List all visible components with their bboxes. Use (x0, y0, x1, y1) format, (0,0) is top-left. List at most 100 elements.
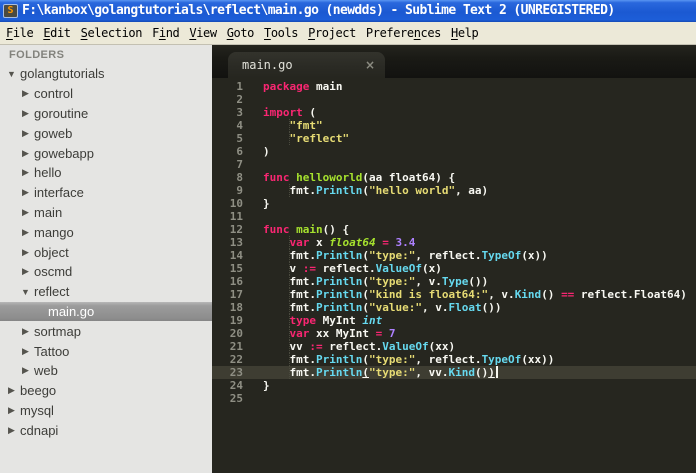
code-text: v := reflect.ValueOf(x) (263, 262, 442, 275)
menu-selection[interactable]: Selection (76, 22, 147, 44)
tree-folder-goroutine[interactable]: ▶ goroutine (0, 104, 212, 124)
triangle-right-icon[interactable]: ▶ (6, 405, 17, 416)
triangle-right-icon[interactable]: ▶ (20, 167, 31, 178)
code-line-4[interactable]: 4 "fmt" (212, 119, 696, 132)
line-number: 20 (229, 327, 243, 340)
triangle-right-icon[interactable]: ▶ (20, 326, 31, 337)
triangle-right-icon[interactable]: ▶ (20, 88, 31, 99)
tree-folder-mango[interactable]: ▶ mango (0, 222, 212, 242)
code-line-20[interactable]: 20 var xx MyInt = 7 (212, 327, 696, 340)
triangle-right-icon[interactable]: ▶ (20, 227, 31, 238)
code-line-2[interactable]: 2 (212, 93, 696, 106)
tree-folder-interface[interactable]: ▶ interface (0, 183, 212, 203)
triangle-right-icon[interactable]: ▶ (6, 385, 17, 396)
tab-bar: main.go × (212, 45, 696, 78)
indent-guide (289, 288, 290, 301)
code-text: type MyInt int (289, 314, 383, 327)
code-line-24[interactable]: 24} (212, 379, 696, 392)
indent-guide (289, 314, 290, 327)
code-line-11[interactable]: 11 (212, 210, 696, 223)
code-line-3[interactable]: 3 import ( (212, 106, 696, 119)
tree-file-main-go[interactable]: main.go (0, 301, 212, 322)
tree-item-label: beego (20, 383, 57, 399)
window-title: F:\kanbox\golangtutorials\reflect\main.g… (22, 3, 615, 18)
code-line-10[interactable]: 10} (212, 197, 696, 210)
triangle-right-icon[interactable]: ▶ (20, 346, 31, 357)
tree-folder-gowebapp[interactable]: ▶ gowebapp (0, 143, 212, 163)
tree-folder-beego[interactable]: ▶ beego (0, 381, 212, 401)
menu-tools[interactable]: Tools (259, 22, 303, 44)
triangle-right-icon[interactable]: ▶ (20, 148, 31, 159)
code-line-21[interactable]: 21 vv := reflect.ValueOf(xx) (212, 340, 696, 353)
triangle-right-icon[interactable]: ▶ (20, 266, 31, 277)
tree-folder-reflect[interactable]: ▼ reflect (0, 282, 212, 302)
tree-folder-control[interactable]: ▶ control (0, 84, 212, 104)
menu-preferences[interactable]: Preferences (361, 22, 446, 44)
code-line-22[interactable]: 22 fmt.Println("type:", reflect.TypeOf(x… (212, 353, 696, 366)
code-line-14[interactable]: 14 fmt.Println("type:", reflect.TypeOf(x… (212, 249, 696, 262)
code-text: fmt.Println("kind is float64:", v.Kind()… (263, 288, 687, 301)
code-line-6[interactable]: 6) (212, 145, 696, 158)
code-line-17[interactable]: 17 fmt.Println("kind is float64:", v.Kin… (212, 288, 696, 301)
code-line-16[interactable]: 16 fmt.Println("type:", v.Type()) (212, 275, 696, 288)
tree-folder-tattoo[interactable]: ▶ Tattoo (0, 341, 212, 361)
menu-file[interactable]: File (1, 22, 38, 44)
tree-folder-mysql[interactable]: ▶ mysql (0, 401, 212, 421)
menu-edit[interactable]: Edit (38, 22, 75, 44)
tab-close-icon[interactable]: × (365, 58, 375, 72)
code-line-9[interactable]: 9 fmt.Println("hello world", aa) (212, 184, 696, 197)
tree-folder-cdnapi[interactable]: ▶ cdnapi (0, 420, 212, 440)
tree-folder-oscmd[interactable]: ▶ oscmd (0, 262, 212, 282)
tree-item-label: mysql (20, 402, 54, 418)
code-text: fmt.Println("type:", reflect.TypeOf(xx)) (263, 353, 555, 366)
tree-folder-golangtutorials[interactable]: ▼ golangtutorials (0, 64, 212, 84)
sublime-text-window: S F:\kanbox\golangtutorials\reflect\main… (0, 0, 696, 473)
tree-folder-hello[interactable]: ▶ hello (0, 163, 212, 183)
code-line-5[interactable]: 5 "reflect" (212, 132, 696, 145)
code-line-13[interactable]: 13 var x float64 = 3.4 (212, 236, 696, 249)
tree-item-label: main.go (48, 303, 95, 319)
menu-help[interactable]: Help (446, 22, 483, 44)
tree-folder-goweb[interactable]: ▶ goweb (0, 123, 212, 143)
triangle-down-icon[interactable]: ▼ (20, 287, 31, 297)
triangle-right-icon[interactable]: ▶ (20, 207, 31, 218)
code-line-12[interactable]: 12 func main() { (212, 223, 696, 236)
code-area[interactable]: 1 package main 2 3 import (4 "fmt" 5 "reflect… (212, 78, 696, 473)
code-line-1[interactable]: 1 package main (212, 80, 696, 93)
code-line-25[interactable]: 25 (212, 392, 696, 405)
triangle-down-icon[interactable]: ▼ (6, 69, 17, 79)
line-number: 21 (229, 340, 243, 353)
tree-folder-sortmap[interactable]: ▶ sortmap (0, 321, 212, 341)
triangle-right-icon[interactable]: ▶ (20, 365, 31, 376)
menu-find[interactable]: Find (147, 22, 184, 44)
menu-project[interactable]: Project (303, 22, 361, 44)
tree-folder-web[interactable]: ▶ web (0, 361, 212, 381)
line-number: 5 (236, 132, 243, 145)
indent-guide (289, 366, 290, 379)
triangle-right-icon[interactable]: ▶ (20, 247, 31, 258)
tab-main-go[interactable]: main.go × (228, 52, 385, 78)
menu-bar: File Edit Selection Find View Goto Tools Projec… (0, 22, 696, 45)
code-line-18[interactable]: 18 fmt.Println("value:", v.Float()) (212, 301, 696, 314)
triangle-right-icon[interactable]: ▶ (20, 128, 31, 139)
line-number: 17 (229, 288, 243, 301)
tree-folder-object[interactable]: ▶ object (0, 242, 212, 262)
triangle-right-icon[interactable]: ▶ (20, 108, 31, 119)
code-line-19[interactable]: 19 type MyInt int (212, 314, 696, 327)
triangle-right-icon[interactable]: ▶ (20, 187, 31, 198)
menu-view[interactable]: View (184, 22, 221, 44)
code-line-23[interactable]: 23 fmt.Println("type:", vv.Kind()) (212, 366, 696, 379)
indent-guide (289, 340, 290, 353)
code-line-15[interactable]: 15 v := reflect.ValueOf(x) (212, 262, 696, 275)
indent-guide (289, 184, 290, 197)
code-text: var x float64 = 3.4 (289, 236, 416, 249)
line-number: 10 (229, 197, 243, 210)
tree-item-label: Tattoo (34, 343, 70, 359)
code-line-8[interactable]: 8 func helloworld(aa float64) { (212, 171, 696, 184)
triangle-right-icon[interactable]: ▶ (6, 425, 17, 436)
tree-folder-main[interactable]: ▶ main (0, 203, 212, 223)
code-line-7[interactable]: 7 (212, 158, 696, 171)
menu-goto[interactable]: Goto (222, 22, 259, 44)
line-number: 12 (229, 223, 243, 236)
